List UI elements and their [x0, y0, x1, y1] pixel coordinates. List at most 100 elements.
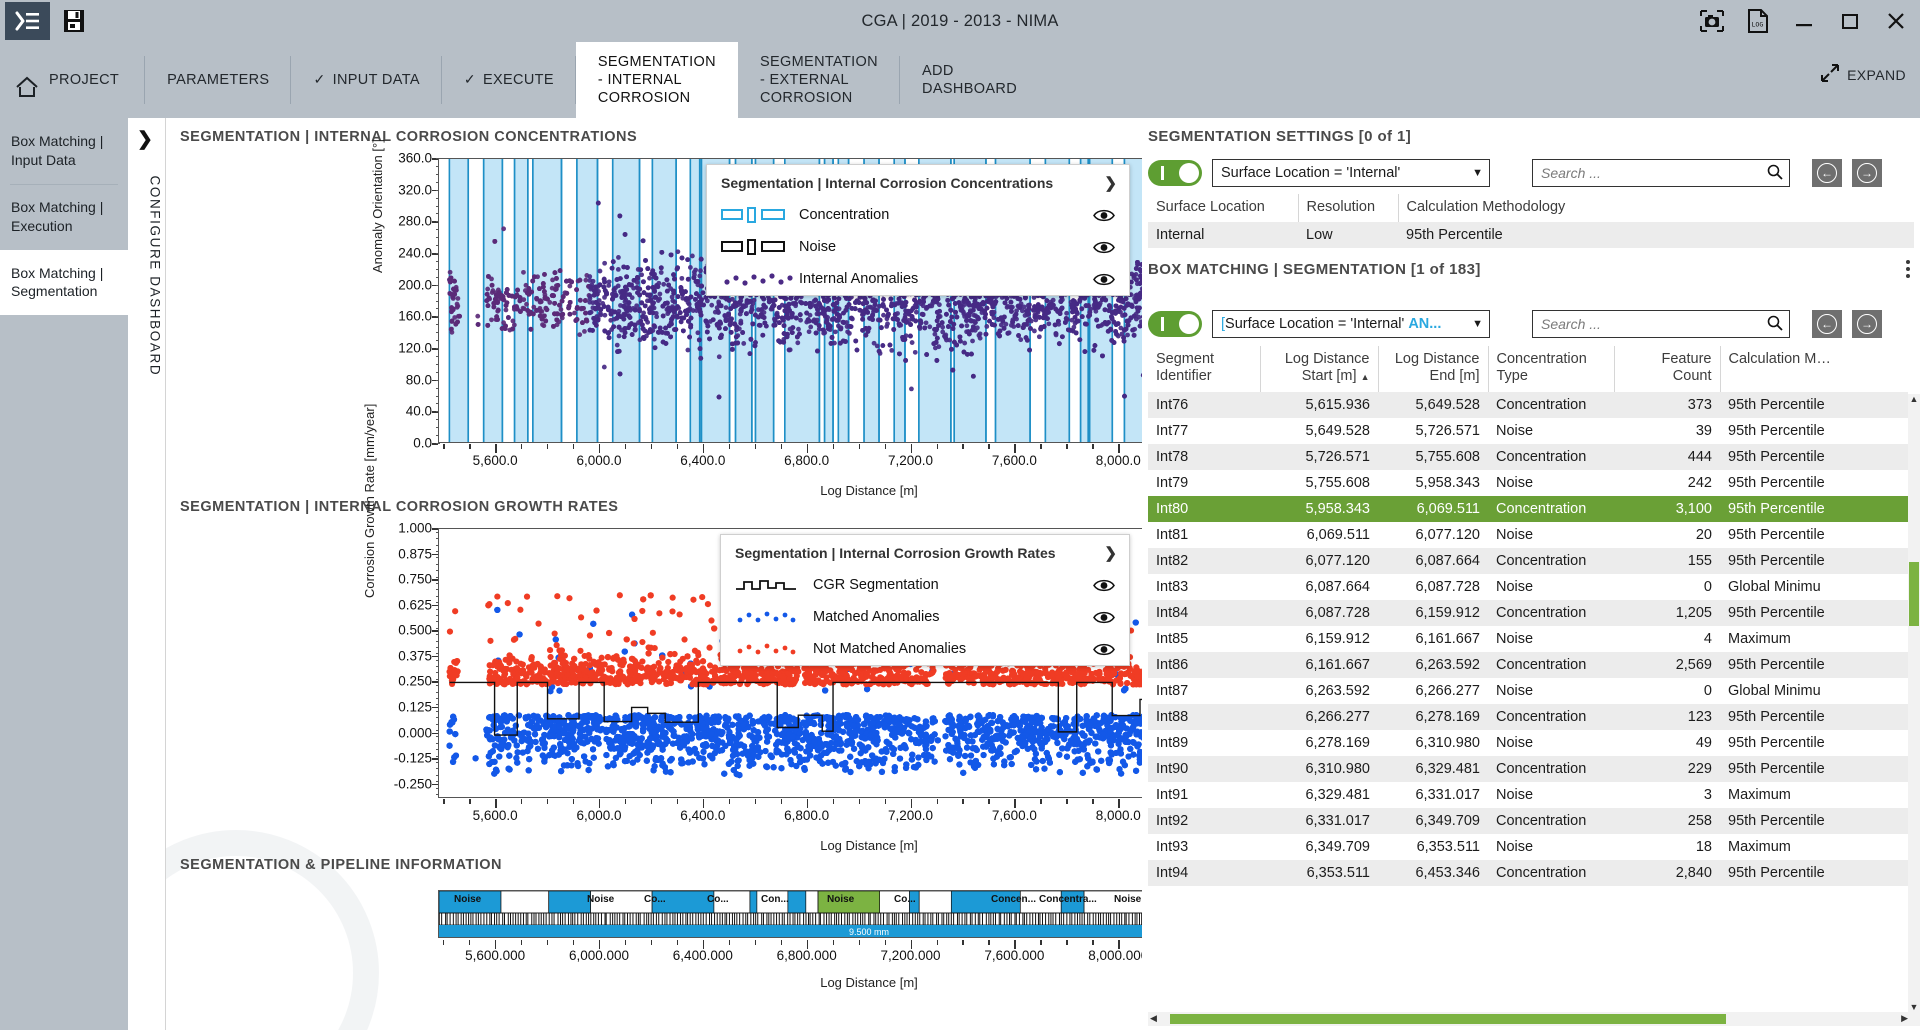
- table-row[interactable]: Int80 5,958.343 6,069.511 Concentration 3,10…: [1148, 495, 1908, 522]
- sidebar-item-box-matching-segmentation[interactable]: Box Matching | Segmentation: [0, 249, 128, 316]
- legend-item-matched-anomalies[interactable]: Matched Anomalies: [721, 601, 1129, 633]
- close-icon[interactable]: [1882, 7, 1910, 35]
- x-tick-mark: [936, 444, 938, 449]
- col-calculation-methodology[interactable]: Calculation Methodology: [1398, 194, 1914, 222]
- eye-icon[interactable]: [1091, 240, 1117, 255]
- segmentation-settings-prev-button[interactable]: ←: [1812, 159, 1842, 187]
- table-row[interactable]: Int93 6,349.709 6,353.511 Noise 18 Maximum: [1148, 834, 1908, 860]
- scroll-down-arrow-icon[interactable]: ▼: [1909, 1002, 1919, 1012]
- expand-button[interactable]: EXPAND: [1820, 64, 1906, 85]
- eye-icon[interactable]: [1091, 642, 1117, 657]
- x-tick-mark: [728, 444, 731, 449]
- col-concentration-type[interactable]: Concentration Type: [1488, 346, 1615, 392]
- table-row[interactable]: Int78 5,726.571 5,755.608 Concentration 444 9…: [1148, 443, 1908, 470]
- table-row[interactable]: Int77 5,649.528 5,726.571 Noise 39 95th Perce…: [1148, 418, 1908, 444]
- segmentation-settings-next-button[interactable]: →: [1852, 159, 1882, 187]
- tab-segmentation-internal-corrosion[interactable]: SEGMENTATION - INTERNAL CORROSION: [575, 42, 738, 118]
- legend-item-not-matched-anomalies[interactable]: Not Matched Anomalies: [721, 633, 1129, 665]
- table-row[interactable]: Int89 6,278.169 6,310.980 Noise 49 95th Perce…: [1148, 730, 1908, 756]
- y-tick-label: 0.625: [398, 597, 432, 613]
- box-matching-toggle[interactable]: [1148, 311, 1202, 337]
- segmentation-settings-toggle[interactable]: [1148, 160, 1202, 186]
- tab-add-dashboard[interactable]: ADD DASHBOARD: [900, 42, 1039, 118]
- eye-icon[interactable]: [1091, 610, 1117, 625]
- table-row[interactable]: Int94 6,353.511 6,453.346 Concentration 2,84…: [1148, 859, 1908, 886]
- table-row[interactable]: Int92 6,331.017 6,349.709 Concentration 258 9…: [1148, 807, 1908, 834]
- box-matching-more-options[interactable]: [1906, 260, 1910, 278]
- legend-item-concentration[interactable]: Concentration: [707, 199, 1129, 231]
- eye-icon[interactable]: [1091, 272, 1117, 287]
- table-row[interactable]: Internal Low 95th Percentile: [1148, 222, 1914, 249]
- title-bar: CGA | 2019 - 2013 - NIMA LOG: [0, 0, 1920, 42]
- box-matching-next-button[interactable]: →: [1852, 310, 1882, 338]
- minimize-icon[interactable]: [1790, 7, 1818, 35]
- sidebar-item-box-matching-execution[interactable]: Box Matching | Execution: [0, 183, 128, 250]
- cell-concentration-type: Concentration: [1488, 495, 1614, 522]
- col-segment-identifier[interactable]: Segment Identifier: [1148, 346, 1261, 392]
- chart1-legend[interactable]: Segmentation | Internal Corrosion Concen…: [706, 164, 1130, 296]
- table-row[interactable]: Int83 6,087.664 6,087.728 Noise 0 Global Mini…: [1148, 574, 1908, 600]
- table-row[interactable]: Int79 5,755.608 5,958.343 Noise 242 95th Perc…: [1148, 470, 1908, 496]
- table-row[interactable]: Int84 6,087.728 6,159.912 Concentration 1,20…: [1148, 599, 1908, 626]
- log-document-icon[interactable]: LOG: [1744, 7, 1772, 35]
- x-tick-label: 7,200.0: [888, 453, 934, 468]
- table-row[interactable]: Int90 6,310.980 6,329.481 Concentration 229 9…: [1148, 755, 1908, 782]
- table-row[interactable]: Int82 6,077.120 6,087.664 Concentration 155 9…: [1148, 547, 1908, 574]
- cell-segment-identifier: Int76: [1148, 391, 1260, 418]
- col-log-distance-end[interactable]: Log Distance End [m]: [1378, 346, 1489, 392]
- box-matching-prev-button[interactable]: ←: [1812, 310, 1842, 338]
- scroll-up-arrow-icon[interactable]: ▲: [1909, 394, 1919, 404]
- table-row[interactable]: Int91 6,329.481 6,331.017 Noise 3 Maximum: [1148, 782, 1908, 808]
- camera-icon[interactable]: [1698, 7, 1726, 35]
- eye-icon[interactable]: [1091, 578, 1117, 593]
- scroll-left-arrow-icon[interactable]: ◀: [1150, 1013, 1157, 1024]
- chevron-right-icon[interactable]: ❯: [137, 128, 153, 151]
- dashboard-area: SEGMENTATION | INTERNAL CORROSION CONCEN…: [166, 118, 1142, 1030]
- tab-execute[interactable]: ✓ EXECUTE: [442, 42, 576, 118]
- table-row[interactable]: Int87 6,263.592 6,266.277 Noise 0 Global Mini…: [1148, 678, 1908, 704]
- tab-label: PROJECT: [49, 71, 120, 88]
- table-vertical-scrollbar[interactable]: ▲ ▼: [1908, 394, 1920, 1012]
- pipeline-strip[interactable]: 9.500 mm Noise Noise Co... Co... Con... Noise…: [438, 890, 1142, 938]
- cell-log-distance-end: 6,278.169: [1378, 703, 1488, 730]
- table-horizontal-scrollbar[interactable]: ◀ ▶: [1148, 1012, 1920, 1026]
- legend-item-cgr-segmentation[interactable]: CGR Segmentation: [721, 569, 1129, 601]
- col-resolution[interactable]: Resolution: [1298, 194, 1399, 223]
- cell-calculation-methodology: 95th Percentile: [1398, 222, 1914, 249]
- search-icon[interactable]: [1767, 164, 1783, 183]
- legend-item-internal-anomalies[interactable]: Internal Anomalies: [707, 263, 1129, 295]
- x-tick-mark: [521, 799, 523, 804]
- x-tick-mark: [832, 940, 834, 945]
- tab-segmentation-external-corrosion[interactable]: SEGMENTATION - EXTERNAL CORROSION: [738, 42, 901, 118]
- tab-parameters[interactable]: PARAMETERS: [145, 42, 292, 118]
- tab-input-data[interactable]: ✓ INPUT DATA: [291, 42, 443, 118]
- maximize-icon[interactable]: [1836, 7, 1864, 35]
- chart2-legend[interactable]: Segmentation | Internal Corrosion Growth…: [720, 534, 1130, 666]
- table-row[interactable]: Int81 6,069.511 6,077.120 Noise 20 95th Perce…: [1148, 522, 1908, 548]
- chevron-right-icon[interactable]: ❯: [1104, 544, 1117, 562]
- segmentation-settings-filter-select[interactable]: Surface Location = 'Internal' ▼: [1212, 159, 1490, 187]
- search-icon[interactable]: [1767, 315, 1783, 334]
- cell-feature-count: 49: [1695, 734, 1712, 751]
- box-matching-search[interactable]: Search ...: [1532, 310, 1790, 338]
- configure-dashboard-strip[interactable]: ❯ CONFIGURE DASHBOARD: [128, 118, 166, 1030]
- chevron-right-icon[interactable]: ❯: [1104, 174, 1117, 192]
- segmentation-settings-search[interactable]: Search ...: [1532, 159, 1790, 187]
- legend-item-noise[interactable]: Noise: [707, 231, 1129, 263]
- tab-project[interactable]: PROJECT: [0, 42, 146, 118]
- col-log-distance-start[interactable]: Log Distance Start [m] ▲: [1260, 346, 1379, 392]
- col-surface-location[interactable]: Surface Location: [1148, 194, 1299, 223]
- table-row[interactable]: Int76 5,615.936 5,649.528 Concentration 373 9…: [1148, 391, 1908, 418]
- table-row[interactable]: Int86 6,161.667 6,263.592 Concentration 2,56…: [1148, 651, 1908, 678]
- table-row[interactable]: Int85 6,159.912 6,161.667 Noise 4 Maximum: [1148, 626, 1908, 652]
- col-feature-count[interactable]: Feature Count: [1614, 346, 1721, 392]
- cell-calculation-methodology: 95th Percentile: [1728, 526, 1825, 543]
- box-matching-filter-select[interactable]: [Surface Location = 'Internal' AN... ▼: [1212, 310, 1490, 338]
- col-calculation-methodology[interactable]: Calculation M…: [1720, 346, 1908, 392]
- x-tick-mark: [1092, 940, 1094, 945]
- table-row[interactable]: Int88 6,266.277 6,278.169 Concentration 123 9…: [1148, 703, 1908, 730]
- x-tick-mark: [1118, 444, 1120, 453]
- sidebar-item-box-matching-input-data[interactable]: Box Matching | Input Data: [0, 118, 128, 184]
- scroll-right-arrow-icon[interactable]: ▶: [1901, 1013, 1908, 1024]
- eye-icon[interactable]: [1091, 208, 1117, 223]
